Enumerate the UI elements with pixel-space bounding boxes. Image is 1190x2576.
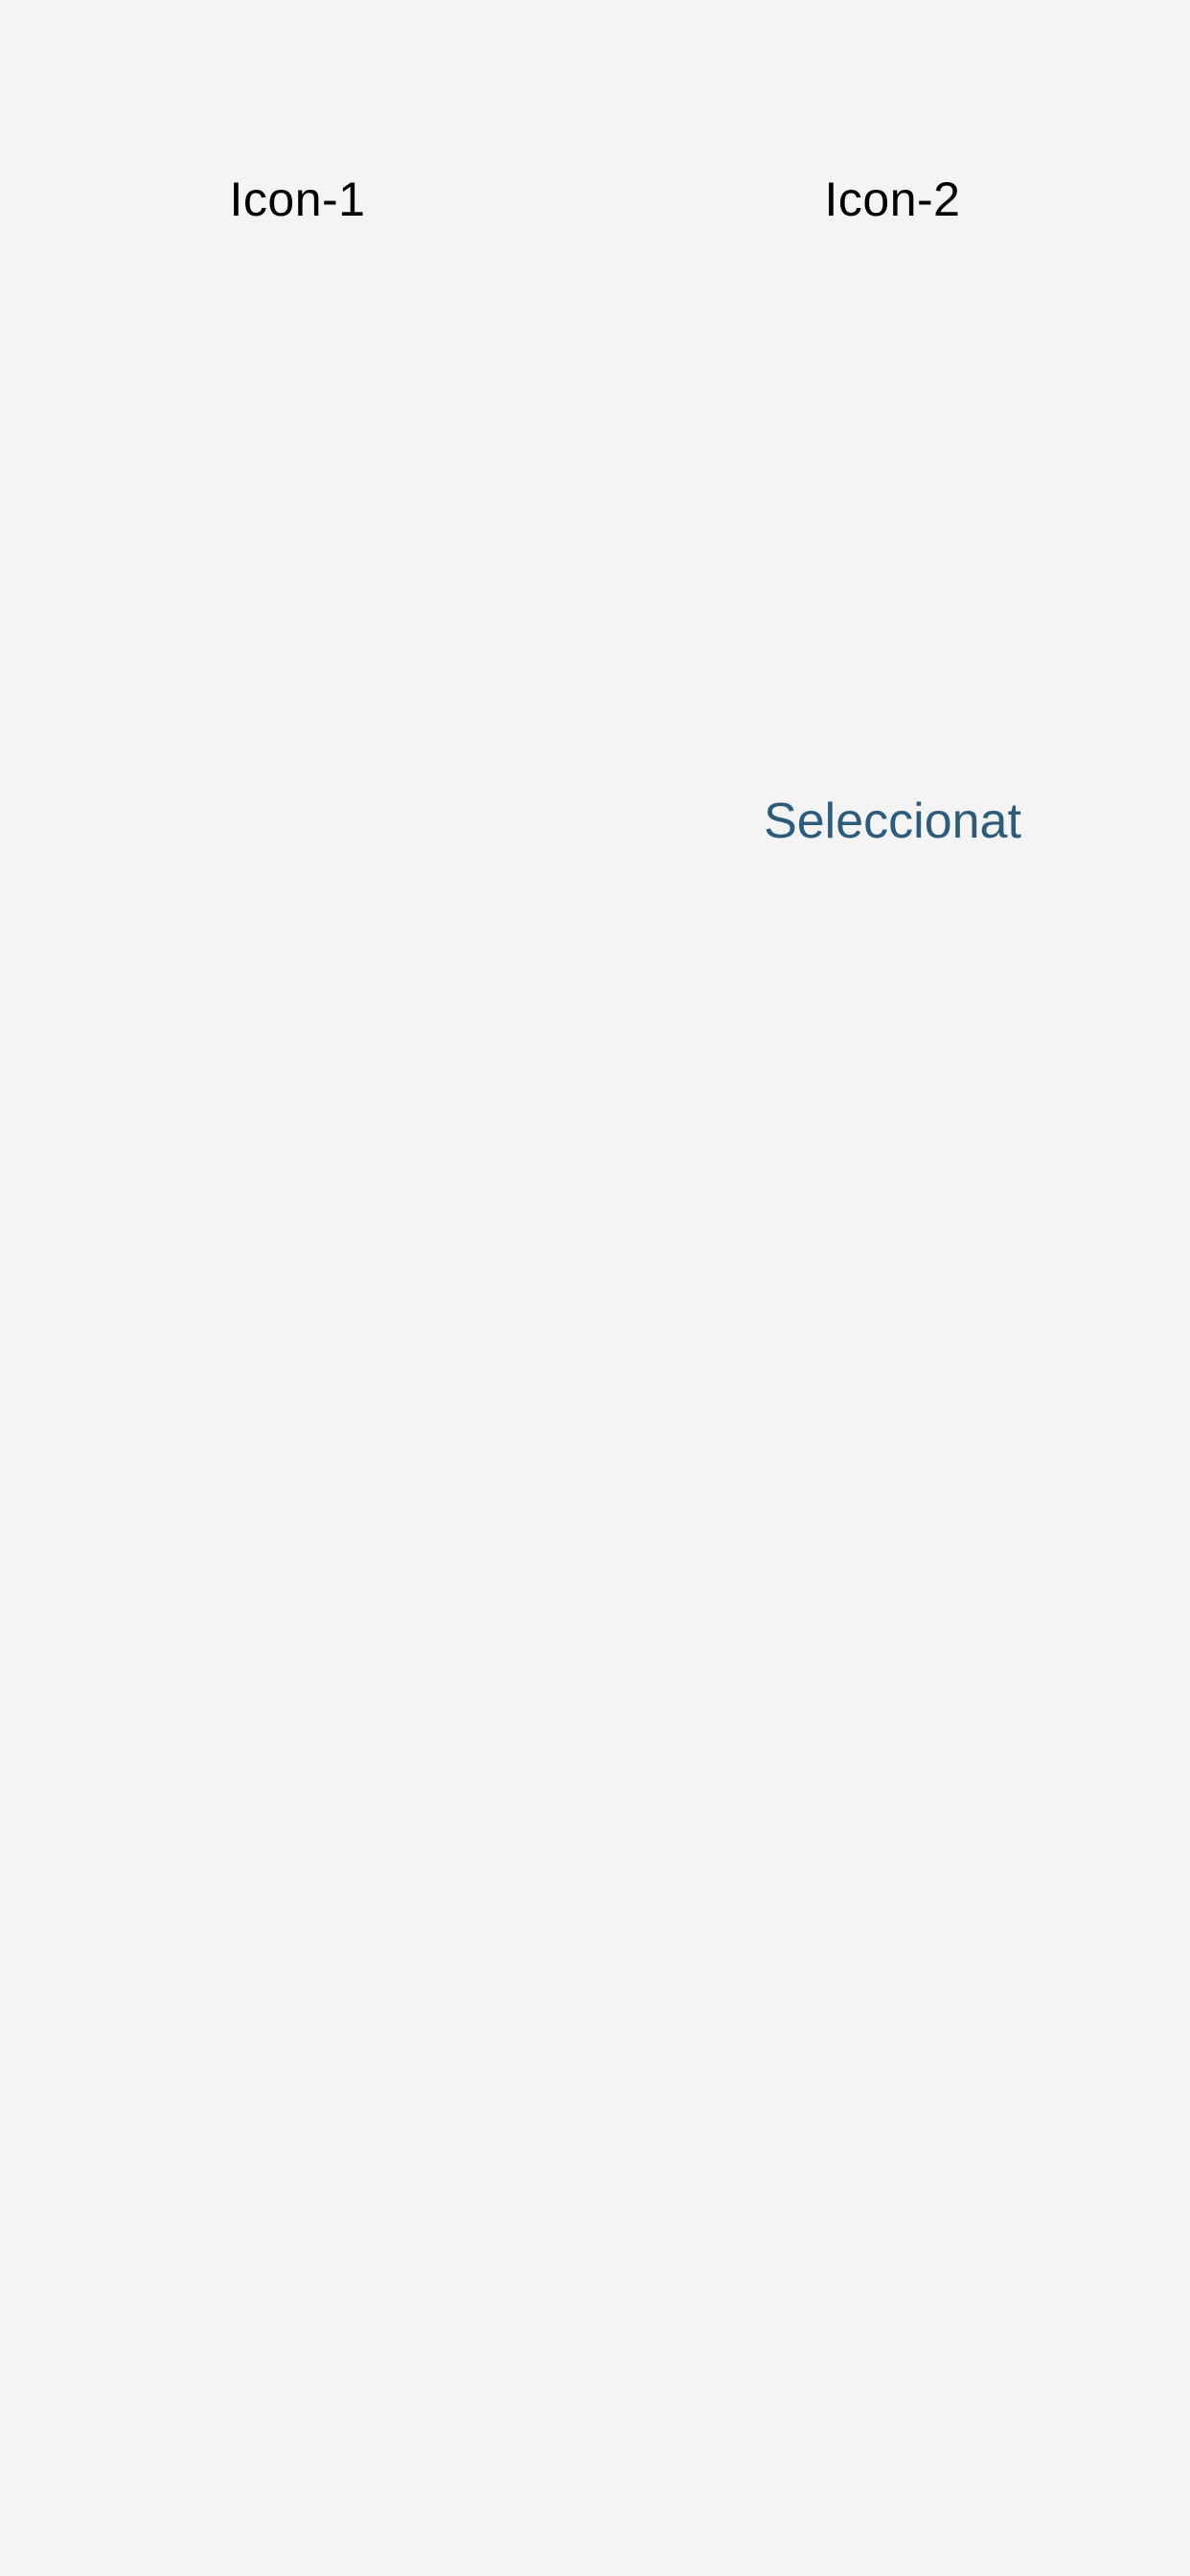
app-icon-2-preview-icon[interactable]: [748, 288, 1036, 575]
icon-picker-screen: Icon-1 Icon-2 Seleccionat: [0, 0, 1190, 2576]
app-icon-1-preview-icon[interactable]: [153, 288, 441, 575]
icon-option-1-label: Icon-1: [229, 172, 366, 226]
icon-option-2-label: Icon-2: [824, 172, 961, 226]
icon-grid: Icon-1 Icon-2 Seleccionat: [0, 0, 1190, 958]
icon-option-1[interactable]: Icon-1: [0, 0, 595, 958]
icon-option-2[interactable]: Icon-2 Seleccionat: [595, 0, 1190, 958]
icon-option-2-selected-status: Seleccionat: [764, 794, 1021, 849]
